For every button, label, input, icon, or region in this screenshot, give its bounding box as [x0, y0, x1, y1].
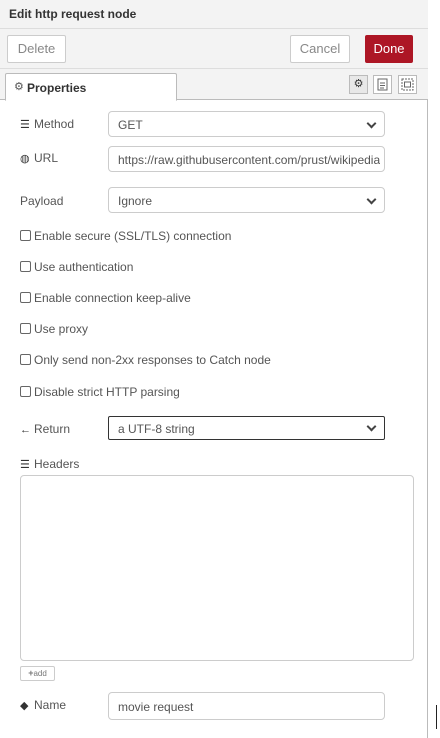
- cancel-button[interactable]: Cancel: [290, 35, 350, 63]
- tag-icon: ◆: [20, 700, 29, 712]
- keepalive-checkbox-label: Enable connection keep-alive: [34, 291, 191, 305]
- non2xx-checkbox-label: Only send non-2xx responses to Catch nod…: [34, 353, 271, 367]
- non2xx-checkbox[interactable]: [20, 354, 31, 365]
- method-select[interactable]: GET: [108, 111, 385, 137]
- url-label: ◍ URL: [20, 151, 59, 165]
- tab-properties-label: Properties: [27, 81, 87, 95]
- keepalive-checkbox[interactable]: [20, 292, 31, 303]
- return-value: a UTF-8 string: [118, 422, 195, 436]
- properties-form: ☰ Method GET ◍ URL https://raw.githubuserc…: [0, 101, 428, 738]
- payload-select[interactable]: Ignore: [108, 187, 385, 213]
- proxy-checkbox-label: Use proxy: [34, 322, 89, 336]
- name-label: ◆ Name: [20, 698, 67, 712]
- proxy-checkbox[interactable]: [20, 323, 31, 334]
- auth-checkbox-label: Use authentication: [34, 260, 134, 274]
- url-input[interactable]: https://raw.githubusercontent.com/prust/…: [108, 146, 385, 172]
- delete-button[interactable]: Delete: [7, 35, 66, 63]
- text-cursor: [436, 705, 437, 729]
- list-icon: ☰: [20, 459, 30, 471]
- tab-description-icon[interactable]: [373, 75, 392, 94]
- edit-tray: Edit http request node Delete Cancel Don…: [0, 0, 428, 738]
- method-value: GET: [118, 118, 143, 132]
- done-button[interactable]: Done: [365, 35, 413, 63]
- url-value: https://raw.githubusercontent.com/prust/…: [118, 153, 380, 167]
- arrow-left-icon: ←: [20, 424, 31, 436]
- tabs-bar: ⚙ Properties ⚙: [0, 69, 428, 101]
- tab-properties[interactable]: ⚙ Properties: [5, 73, 177, 101]
- tray-title: Edit http request node: [9, 7, 137, 21]
- strict-parsing-checkbox-label: Disable strict HTTP parsing: [34, 385, 180, 399]
- payload-label: Payload: [20, 194, 64, 208]
- gear-icon: ⚙: [14, 81, 24, 93]
- tray-header: Edit http request node: [0, 0, 428, 29]
- auth-checkbox[interactable]: [20, 261, 31, 272]
- tls-checkbox-label: Enable secure (SSL/TLS) connection: [34, 229, 232, 243]
- name-value: movie request: [118, 700, 194, 714]
- return-select[interactable]: a UTF-8 string: [108, 416, 385, 440]
- strict-parsing-checkbox[interactable]: [20, 386, 31, 397]
- globe-icon: ◍: [20, 153, 30, 165]
- tray-toolbar: Delete Cancel Done: [0, 29, 428, 69]
- tasks-icon: ☰: [20, 119, 30, 131]
- tab-properties-gear-icon[interactable]: ⚙: [349, 75, 368, 94]
- add-header-label: add: [33, 669, 47, 678]
- return-label: ← Return: [20, 422, 71, 436]
- add-header-button[interactable]: +add: [20, 666, 55, 681]
- headers-list[interactable]: [20, 475, 414, 661]
- method-label: ☰ Method: [20, 117, 75, 131]
- payload-value: Ignore: [118, 194, 153, 208]
- tls-checkbox[interactable]: [20, 230, 31, 241]
- tab-appearance-icon[interactable]: [398, 75, 417, 94]
- headers-label: ☰ Headers: [20, 457, 80, 471]
- name-input[interactable]: movie request: [108, 692, 385, 720]
